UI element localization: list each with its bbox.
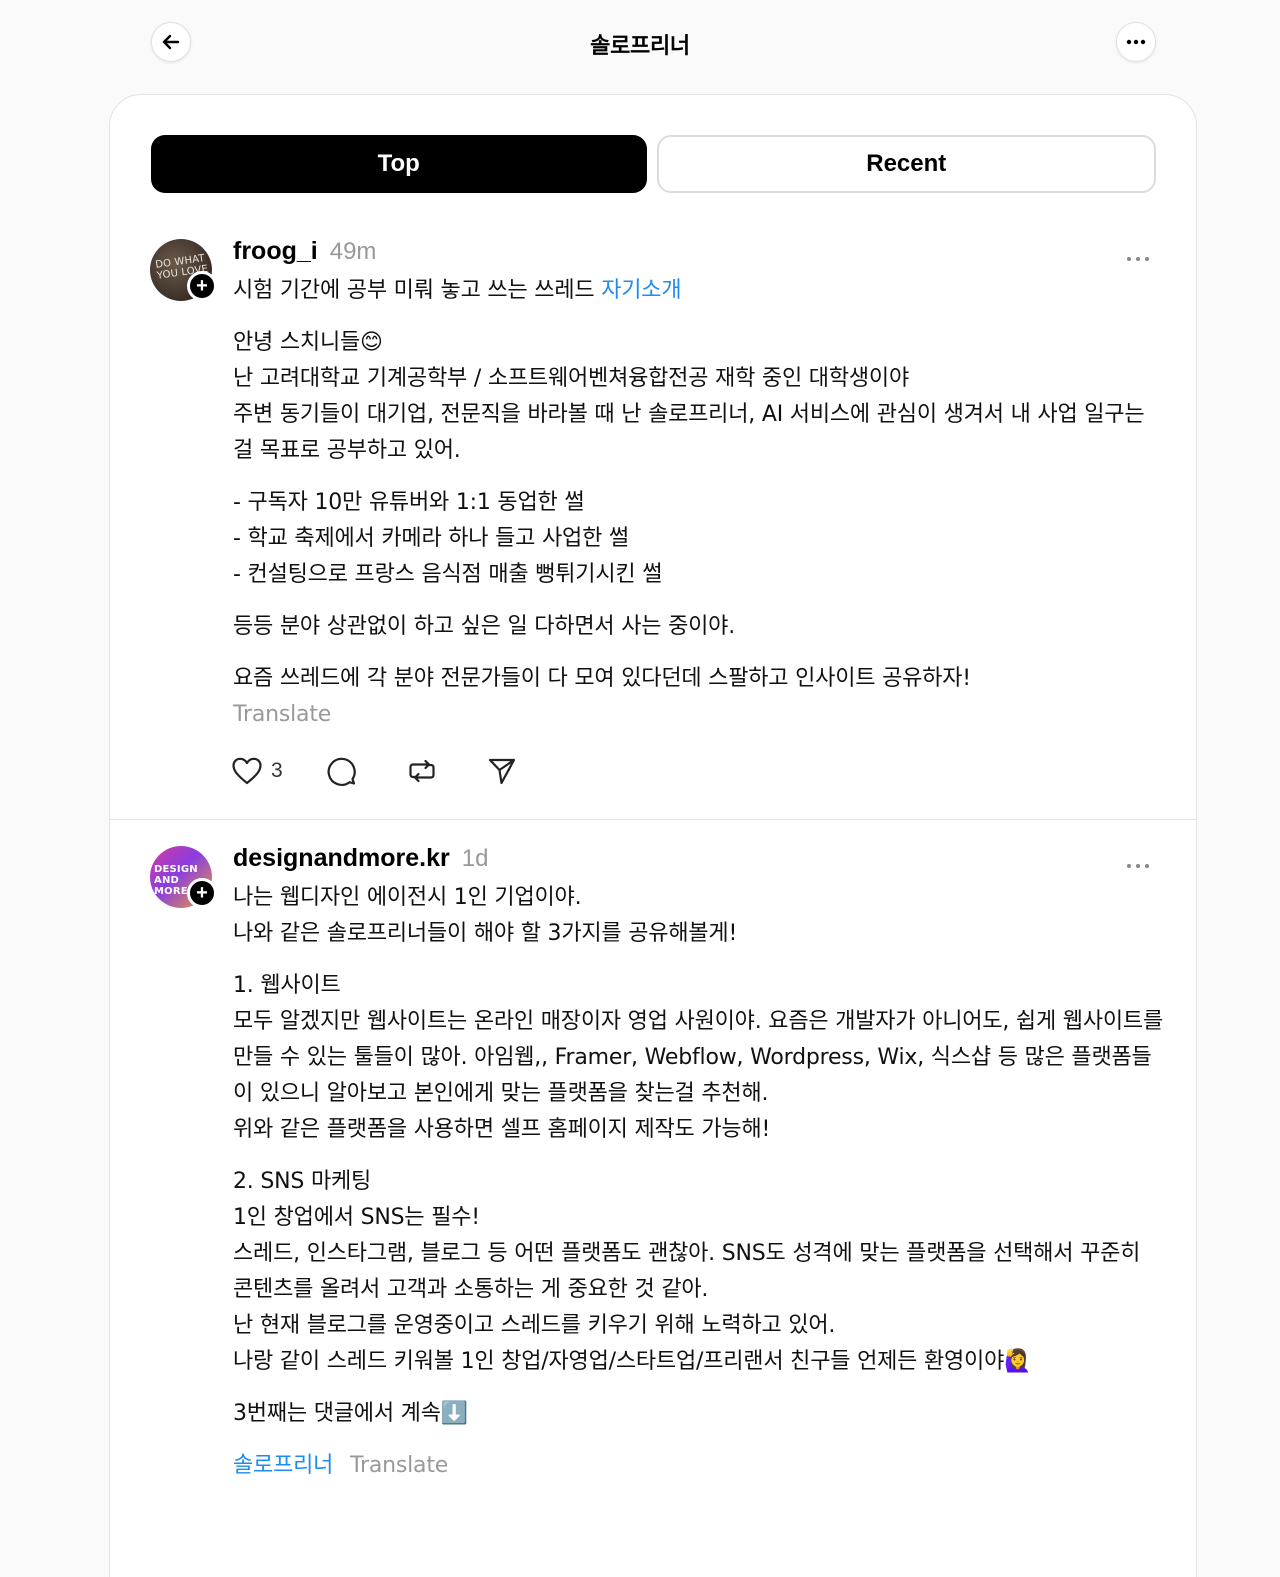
paragraph: 등등 분야 상관없이 하고 싶은 일 다하면서 사는 중이야. — [233, 609, 1163, 645]
text-line: 주변 동기들이 대기업, 전문직을 바라볼 때 난 솔로프리너, AI 서비스에… — [233, 402, 1145, 463]
text-line: 나와 같은 솔로프리너들이 해야 할 3가지를 공유해볼게! — [233, 921, 738, 946]
topic-tag[interactable]: 솔로프리너 — [233, 1453, 333, 1478]
text-line: - 컨설팅으로 프랑스 음식점 매출 뻥튀기시킨 썰 — [233, 562, 663, 587]
text-line: 2. SNS 마케팅 — [233, 1169, 372, 1194]
post-title: 시험 기간에 공부 미뤄 놓고 쓰는 쓰레드 — [233, 278, 595, 303]
feed-tabs: Top Recent — [151, 135, 1156, 193]
text-line: 안녕 스치니들😊 — [233, 330, 383, 355]
paragraph: 3번째는 댓글에서 계속⬇️ — [233, 1396, 1163, 1432]
tag-line: 솔로프리너 Translate — [233, 1448, 1163, 1484]
more-options-button[interactable] — [1116, 22, 1156, 62]
timestamp: 49m — [329, 238, 377, 265]
follow-button[interactable]: + — [187, 271, 217, 301]
repost-button[interactable] — [407, 756, 445, 786]
tab-recent[interactable]: Recent — [656, 135, 1156, 193]
text-line: 모두 알겠지만 웹사이트는 온라인 매장이자 영업 사원이야. 요즘은 개발자가… — [233, 1009, 1163, 1106]
translate-link[interactable]: Translate — [350, 1453, 448, 1478]
ellipsis-icon — [1127, 257, 1149, 261]
paragraph: 2. SNS 마케팅 1인 창업에서 SNS는 필수! 스레드, 인스타그램, … — [233, 1164, 1163, 1380]
timestamp: 1d — [461, 845, 489, 872]
tab-top[interactable]: Top — [151, 135, 647, 193]
text-line: - 구독자 10만 유튜버와 1:1 동업한 썰 — [233, 490, 585, 515]
text-line: 나는 웹디자인 에이전시 1인 기업이야. — [233, 885, 582, 910]
post-body: 나는 웹디자인 에이전시 1인 기업이야. 나와 같은 솔로프리너들이 해야 할… — [233, 880, 1163, 1484]
text-line: 등등 분야 상관없이 하고 싶은 일 다하면서 사는 중이야. — [233, 614, 736, 639]
text-line: 스레드, 인스타그램, 블로그 등 어떤 플랫폼도 괜찮아. SNS도 성격에 … — [233, 1241, 1141, 1302]
text-line: 1인 창업에서 SNS는 필수! — [233, 1205, 480, 1230]
post-more-button[interactable] — [1116, 854, 1160, 878]
text-line: 난 현재 블로그를 운영중이고 스레드를 키우기 위해 노력하고 있어. — [233, 1313, 836, 1338]
plus-icon: + — [196, 275, 208, 297]
post-header: designandmore.kr 1d — [233, 844, 488, 878]
like-count: 3 — [271, 759, 283, 782]
paragraph: 1. 웹사이트 모두 알겠지만 웹사이트는 온라인 매장이자 영업 사원이야. … — [233, 968, 1163, 1148]
send-icon — [488, 758, 515, 785]
repost-icon — [409, 759, 435, 783]
post-header: froog_i 49m — [233, 237, 376, 271]
reply-button[interactable] — [325, 755, 365, 787]
post-actions: 3 — [231, 754, 559, 788]
post-more-button[interactable] — [1116, 247, 1160, 271]
paragraph: - 구독자 10만 유튜버와 1:1 동업한 썰 - 학교 축제에서 카메라 하… — [233, 485, 1163, 593]
text-line: 난 고려대학교 기계공학부 / 소프트웨어벤쳐융합전공 재학 중인 대학생이야 — [233, 366, 910, 391]
top-bar: 솔로프리너 — [0, 0, 1280, 88]
like-button[interactable]: 3 — [231, 756, 283, 786]
username[interactable]: froog_i — [233, 237, 318, 266]
post-body: 시험 기간에 공부 미뤄 놓고 쓰는 쓰레드 자기소개 안녕 스치니들😊 난 고… — [233, 273, 1163, 733]
page-title: 솔로프리너 — [590, 34, 690, 59]
comment-icon — [327, 757, 356, 786]
follow-button[interactable]: + — [187, 878, 217, 908]
text-line: 1. 웹사이트 — [233, 973, 341, 998]
text-line: - 학교 축제에서 카메라 하나 들고 사업한 썰 — [233, 526, 629, 551]
plus-icon: + — [196, 882, 208, 904]
post-title-line: 시험 기간에 공부 미뤄 놓고 쓰는 쓰레드 자기소개 — [233, 273, 1163, 309]
translate-link[interactable]: Translate — [233, 697, 1163, 733]
topic-tag[interactable]: 자기소개 — [601, 278, 681, 303]
ellipsis-icon — [1126, 39, 1146, 45]
text-line: 요즘 쓰레드에 각 분야 전문가들이 다 모여 있다던데 스팔하고 인사이트 공… — [233, 666, 971, 691]
feed-card: Top Recent DO WHAT YOU LOVE + froog_i 49… — [109, 94, 1197, 1577]
username[interactable]: designandmore.kr — [233, 844, 450, 873]
ellipsis-icon — [1127, 864, 1149, 868]
text-line: 위와 같은 플랫폼을 사용하면 셀프 홈페이지 제작도 가능해! — [233, 1117, 771, 1142]
share-button[interactable] — [487, 756, 517, 786]
paragraph: 나는 웹디자인 에이전시 1인 기업이야. 나와 같은 솔로프리너들이 해야 할… — [233, 880, 1163, 952]
paragraph: 안녕 스치니들😊 난 고려대학교 기계공학부 / 소프트웨어벤쳐융합전공 재학 … — [233, 325, 1163, 469]
heart-icon — [232, 757, 262, 785]
text-line: 나랑 같이 스레드 키워볼 1인 창업/자영업/스타트업/프리랜서 친구들 언제… — [233, 1349, 1032, 1374]
paragraph: 요즘 쓰레드에 각 분야 전문가들이 다 모여 있다던데 스팔하고 인사이트 공… — [233, 661, 1163, 697]
text-line: 3번째는 댓글에서 계속⬇️ — [233, 1401, 468, 1426]
post-divider — [110, 819, 1196, 820]
